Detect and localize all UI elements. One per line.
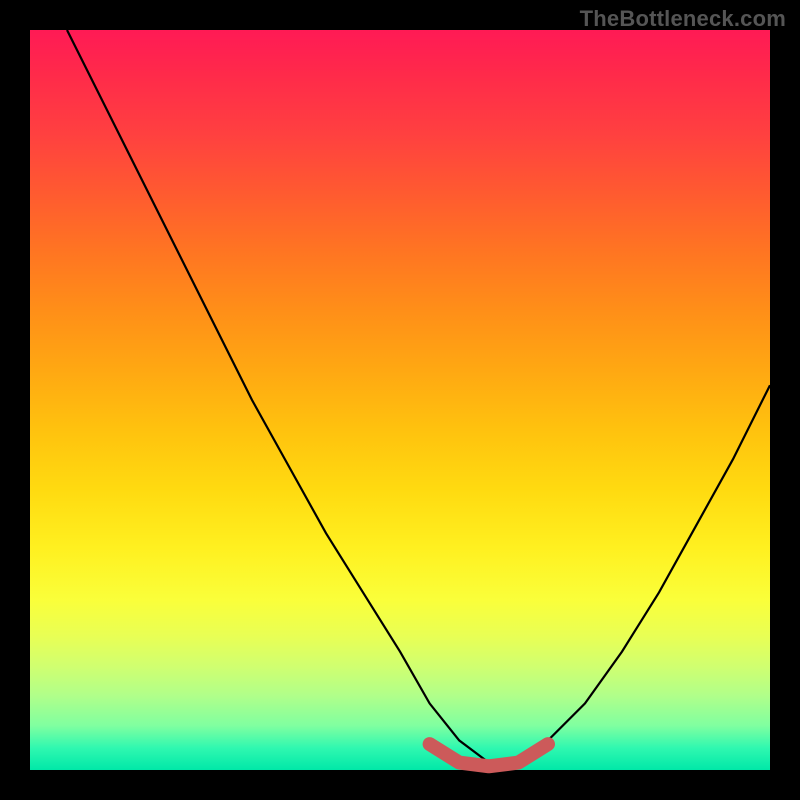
chart-svg xyxy=(30,30,770,770)
bottleneck-curve xyxy=(67,30,770,763)
trough-highlight xyxy=(430,744,548,766)
watermark-text: TheBottleneck.com xyxy=(580,6,786,32)
chart-plot-area xyxy=(30,30,770,770)
